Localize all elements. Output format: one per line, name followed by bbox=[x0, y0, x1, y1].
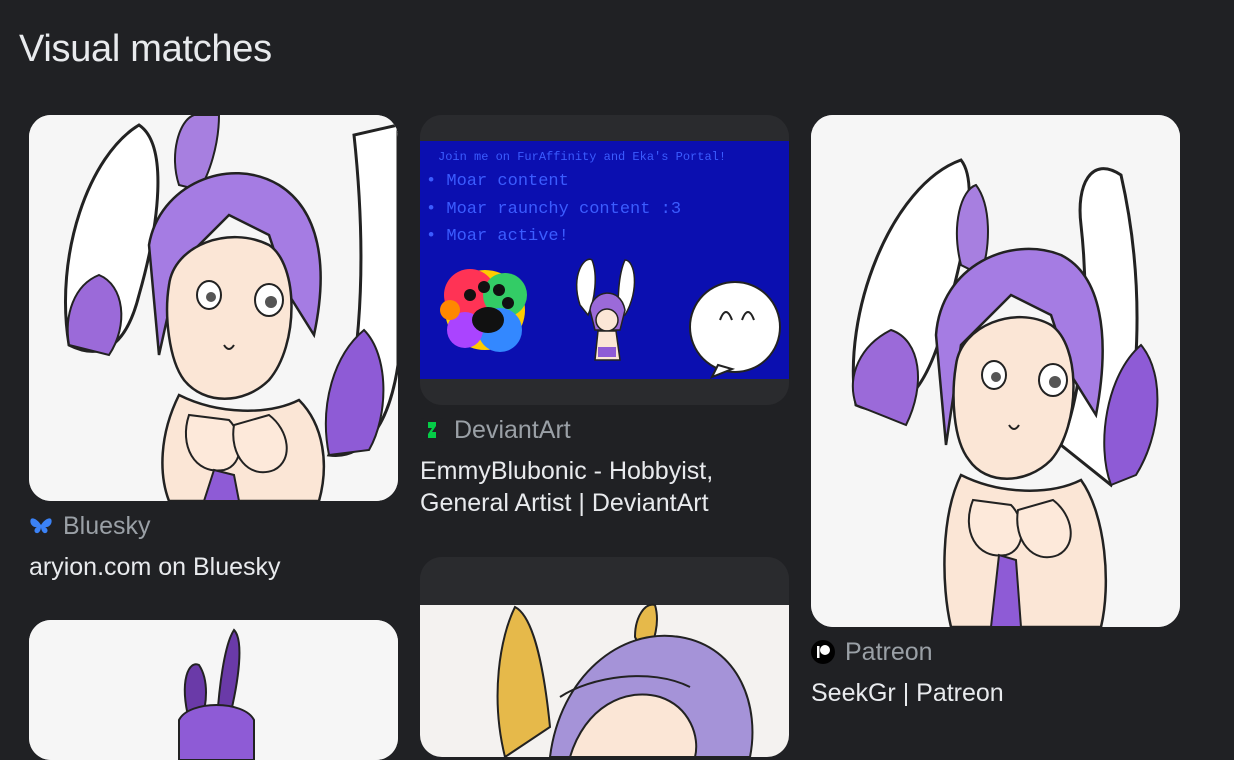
result-source-label: Bluesky bbox=[63, 511, 151, 540]
result-card-bluesky[interactable]: Bluesky aryion.com on Bluesky bbox=[29, 115, 398, 585]
banner-text-line: • Moar raunchy content :3 bbox=[426, 200, 681, 219]
result-thumbnail[interactable] bbox=[29, 620, 398, 760]
banner-text-line: • Moar active! bbox=[426, 227, 569, 246]
result-card-patreon[interactable]: Patreon SeekGr | Patreon bbox=[811, 115, 1180, 715]
result-card-deviantart[interactable]: Join me on FurAffinity and Eka's Portal!… bbox=[420, 115, 789, 525]
bunny-figure-image bbox=[29, 620, 398, 760]
result-source-label: Patreon bbox=[845, 637, 933, 666]
result-thumbnail[interactable]: Join me on FurAffinity and Eka's Portal!… bbox=[420, 115, 789, 405]
result-thumbnail[interactable] bbox=[811, 115, 1180, 627]
result-source[interactable]: Patreon bbox=[811, 637, 933, 667]
result-title[interactable]: EmmyBlubonic - Hobbyist, General Artist … bbox=[420, 455, 789, 519]
result-source[interactable]: Bluesky bbox=[29, 511, 151, 541]
result-source-label: DeviantArt bbox=[454, 415, 571, 444]
result-thumbnail[interactable] bbox=[29, 115, 398, 501]
banner-text-line: • Moar content bbox=[426, 172, 569, 191]
banner-image: Join me on FurAffinity and Eka's Portal!… bbox=[420, 115, 789, 405]
result-title[interactable]: SeekGr | Patreon bbox=[811, 677, 1180, 709]
bunny-girl-drawing bbox=[420, 557, 789, 757]
result-card-partial[interactable] bbox=[420, 557, 789, 757]
bluesky-butterfly-icon bbox=[29, 514, 53, 538]
bunny-girl-drawing bbox=[29, 115, 398, 501]
section-title: Visual matches bbox=[19, 28, 272, 70]
paw-splat-image bbox=[440, 269, 527, 352]
bunny-girl-drawing bbox=[811, 115, 1180, 627]
deviantart-icon bbox=[420, 418, 444, 442]
result-title[interactable]: aryion.com on Bluesky bbox=[29, 551, 398, 583]
patreon-icon bbox=[811, 640, 835, 664]
result-source[interactable]: DeviantArt bbox=[420, 415, 571, 445]
result-thumbnail[interactable] bbox=[420, 557, 789, 757]
banner-text-line: Join me on FurAffinity and Eka's Portal! bbox=[438, 150, 726, 164]
result-card-partial[interactable] bbox=[29, 620, 398, 760]
